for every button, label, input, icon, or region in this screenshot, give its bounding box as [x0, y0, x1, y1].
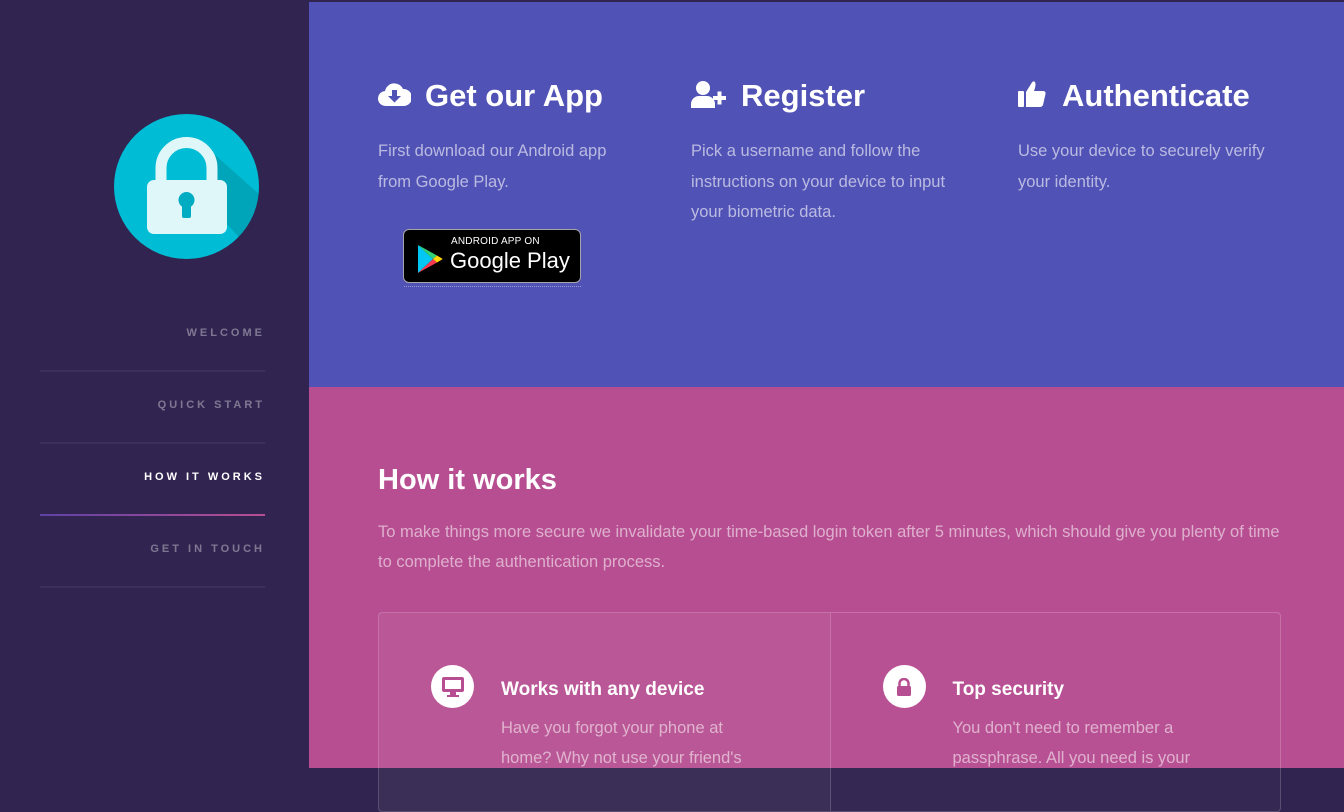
step-authenticate: Authenticate Use your device to securely… — [1018, 78, 1288, 197]
logo — [114, 114, 259, 259]
feature-top-security: Top security You don't need to remember … — [829, 613, 1281, 811]
section-description: To make things more secure we invalidate… — [378, 523, 1280, 571]
nav-link-quick-start[interactable]: Quick start — [158, 399, 265, 411]
user-plus-icon — [691, 80, 727, 113]
step-register: Register Pick a username and follow the … — [691, 78, 961, 228]
feature-title: Top security — [952, 679, 1065, 700]
section-title: How it works — [378, 464, 557, 496]
desktop-icon — [441, 676, 464, 697]
google-play-big-text: Google Play — [450, 248, 570, 273]
google-play-icon — [418, 245, 443, 273]
steps-section: Get our App First download our Android a… — [309, 0, 1344, 387]
nav-item-welcome[interactable]: Welcome — [40, 300, 265, 372]
nav-item-get-in-touch[interactable]: Get in touch — [40, 516, 265, 588]
lock-icon — [147, 137, 259, 259]
google-play-small-text: ANDROID APP ON — [451, 236, 540, 247]
google-play-badge[interactable]: ANDROID APP ON Google Play — [403, 229, 581, 283]
sidebar: Welcome Quick start How it works Get in … — [0, 0, 309, 768]
nav-item-how-it-works[interactable]: How it works — [40, 444, 265, 516]
nav-link-welcome[interactable]: Welcome — [187, 327, 265, 339]
step-title: Get our App — [425, 78, 603, 113]
features-grid: Works with any device Have you forgot yo… — [378, 612, 1281, 812]
feature-title: Works with any device — [501, 679, 705, 700]
step-text: First download our Android app from Goog… — [378, 142, 607, 191]
desktop-icon-badge — [431, 665, 474, 708]
nav-link-how-it-works[interactable]: How it works — [144, 471, 265, 483]
nav-link-get-in-touch[interactable]: Get in touch — [150, 543, 265, 555]
thumbs-up-icon — [1018, 80, 1048, 113]
step-title: Authenticate — [1062, 78, 1250, 113]
top-divider — [309, 0, 1344, 2]
step-title: Register — [741, 78, 866, 113]
sidebar-nav: Welcome Quick start How it works Get in … — [40, 300, 265, 588]
how-it-works-section: How it works To make things more secure … — [309, 387, 1344, 812]
lock-icon-badge — [882, 665, 926, 708]
link-underline — [404, 286, 581, 287]
step-text: Pick a username and follow the instructi… — [691, 142, 946, 221]
step-get-app: Get our App First download our Android a… — [377, 78, 638, 197]
nav-item-quick-start[interactable]: Quick start — [40, 372, 265, 444]
lock-icon — [897, 677, 911, 696]
cloud-download-icon — [377, 81, 413, 112]
feature-text: You don't need to remember a passphrase.… — [952, 719, 1191, 767]
step-text: Use your device to securely verify your … — [1018, 142, 1265, 191]
feature-text: Have you forgot your phone at home? Why … — [501, 719, 742, 767]
feature-any-device: Works with any device Have you forgot yo… — [379, 613, 830, 811]
